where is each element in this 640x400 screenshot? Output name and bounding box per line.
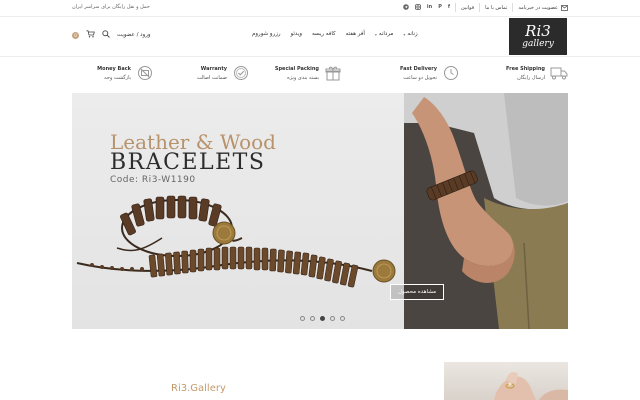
nav-label: آفر هفته [345, 31, 365, 37]
telegram-icon[interactable] [403, 3, 409, 12]
newsletter-link[interactable]: عضویت در خبرنامه [518, 4, 568, 11]
feature-money-back: Money Back بازگشت وجه [97, 64, 154, 82]
slider-dot[interactable] [330, 316, 335, 321]
logo-main-text: Ri3 [525, 22, 551, 40]
feature-subtitle: بسته بندی ویژه [287, 74, 319, 81]
hero-banner-left: Leather & Wood BRACELETS Code: Ri3-W1190 [72, 93, 404, 329]
nav-label: مردانه [378, 31, 394, 37]
truck-icon [550, 64, 568, 82]
cart-count-badge: 0 [72, 31, 79, 39]
slider-dot[interactable] [340, 316, 345, 321]
main-nav: زنانه ▾ مردانه ▾ آفر هفته کافه ریسه ویدئ… [252, 31, 418, 37]
nav-item-showroom[interactable]: رزرو شوروم [252, 31, 281, 37]
chevron-down-icon: ▾ [403, 31, 406, 37]
bracelet-illustration [76, 195, 396, 288]
contact-link[interactable]: تماس با ما [485, 5, 507, 11]
slider-dot-active[interactable] [320, 316, 325, 321]
login-link[interactable]: ورود / عضویت [117, 32, 151, 38]
feature-title: Free Shipping [506, 65, 545, 72]
feature-free-shipping: Free Shipping ارسال رایگان [506, 64, 568, 82]
nav-item-video[interactable]: ویدئو [291, 31, 302, 37]
view-product-button[interactable]: مشاهده محصول [390, 284, 445, 300]
site-logo[interactable]: Ri3 gallery [509, 18, 567, 55]
feature-subtitle: بازگشت وجه [104, 74, 131, 81]
pinterest-icon[interactable]: P [438, 4, 442, 12]
clock-icon [442, 64, 460, 82]
nav-label: زنانه [407, 31, 418, 37]
search-icon[interactable] [102, 30, 110, 40]
money-back-icon [136, 64, 154, 82]
divider [512, 3, 514, 12]
features-strip: Free Shipping ارسال رایگان Fast Delivery… [72, 62, 568, 90]
hero-title-line2: BRACELETS [110, 150, 266, 175]
newsletter-label: عضویت در خبرنامه [518, 4, 558, 11]
feature-warranty: Warranty ضمانت اصالت [197, 64, 250, 82]
divider [455, 3, 457, 12]
nav-label: کافه ریسه [312, 31, 336, 37]
envelope-icon [561, 4, 568, 11]
feature-title: Warranty [200, 65, 227, 72]
slider-pagination [300, 316, 345, 321]
social-links: in P f [403, 4, 450, 12]
instagram-icon[interactable] [415, 3, 421, 12]
nav-label: ویدئو [290, 31, 302, 37]
hero-product-code: Code: Ri3-W1190 [110, 175, 196, 185]
feature-special-packing: Special Packing بسته بندی ویژه [275, 64, 342, 82]
nav-label: رزرو شوروم [252, 31, 281, 37]
top-links: عضویت در خبرنامه تماس با ما قوانین in P … [403, 3, 568, 12]
feature-subtitle: تحویل دو ساعت [403, 74, 437, 81]
nav-item-men[interactable]: مردانه ▾ [375, 31, 393, 37]
linkedin-icon[interactable]: in [427, 4, 432, 12]
slider-dot[interactable] [300, 316, 305, 321]
gift-icon [324, 64, 342, 82]
divider [479, 3, 481, 12]
feature-subtitle: ضمانت اصالت [196, 74, 227, 81]
feature-title: Money Back [97, 65, 131, 72]
feature-subtitle: ارسال رایگان [517, 74, 545, 81]
hero-slider[interactable]: Leather & Wood BRACELETS Code: Ri3-W1190 [72, 93, 568, 329]
logo-sub-text: gallery [522, 39, 554, 49]
slider-dot[interactable] [310, 316, 315, 321]
header-tools: 0 ورود / عضویت [72, 30, 151, 40]
facebook-icon[interactable]: f [448, 4, 450, 12]
feature-fast-delivery: Fast Delivery تحویل دو ساعت [400, 64, 460, 82]
badge-check-icon [232, 64, 250, 82]
nav-item-weekly-offer[interactable]: آفر هفته [346, 31, 365, 37]
rules-link[interactable]: قوانین [461, 5, 474, 11]
feature-title: Special Packing [274, 65, 319, 72]
main-header: Ri3 gallery زنانه ▾ مردانه ▾ آفر هفته کا… [0, 17, 640, 57]
top-bar: حمل و نقل رایگان برای سراسر ایران عضویت … [0, 0, 640, 17]
brand-heading: Ri3.Gallery [171, 383, 226, 394]
nav-item-cafe[interactable]: کافه ریسه [312, 31, 336, 37]
promo-image [444, 362, 568, 400]
shipping-notice: حمل و نقل رایگان برای سراسر ایران [72, 4, 150, 10]
feature-title: Fast Delivery [400, 65, 437, 72]
hand-with-ring-illustration [494, 372, 568, 400]
nav-item-women[interactable]: زنانه ▾ [403, 31, 417, 37]
cart-icon[interactable] [86, 30, 95, 40]
chevron-down-icon: ▾ [374, 31, 377, 37]
